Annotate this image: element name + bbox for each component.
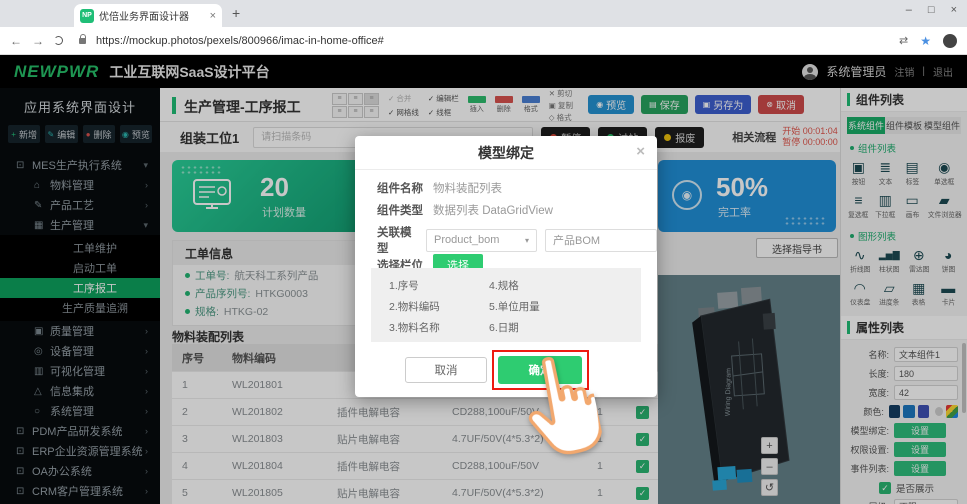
tab-close-icon[interactable]: × [210,10,216,22]
field-item: 2.物料编码 [389,297,440,318]
component-type-value: 数据列表 DataGridView [433,202,553,218]
translate-icon[interactable]: ⇄ [899,34,908,47]
forward-icon[interactable]: → [32,34,44,48]
modal-cancel-button[interactable]: 取消 [405,357,487,383]
model-alias-input[interactable] [545,229,657,252]
component-name-value: 物料装配列表 [433,180,502,196]
field-item: 4.规格 [489,276,540,297]
model-select[interactable]: Product_bom▾ [426,229,537,252]
window-close-icon[interactable]: × [951,4,957,16]
browser-url-bar: ← → https://mockup.photos/pexels/800966/… [0,27,967,55]
refresh-icon[interactable] [54,36,63,45]
caret-down-icon: ▾ [525,236,529,245]
field-item: 1.序号 [389,276,440,297]
tab-title: 优倍业务界面设计器 [99,8,205,23]
field-item: 5.单位用量 [489,297,540,318]
browser-profile-icon[interactable] [943,34,957,48]
new-tab-button[interactable]: + [232,5,240,21]
window-minimize-icon[interactable]: – [906,4,912,16]
field-item: 6.日期 [489,318,540,339]
window-maximize-icon[interactable]: □ [928,4,935,16]
url-text[interactable]: https://mockup.photos/pexels/800966/imac… [96,35,384,47]
favicon: NP [80,9,94,23]
back-icon[interactable]: ← [10,34,22,48]
browser-tab[interactable]: NP 优倍业务界面设计器 × [74,4,222,27]
selected-fields-box: 1.序号 2.物料编码 3.物料名称 4.规格 5.单位用量 6.日期 [371,268,641,342]
lock-icon [79,38,86,44]
browser-tab-strip: NP 优倍业务界面设计器 × + – □ × [0,0,967,27]
close-icon[interactable]: × [636,143,645,160]
modal-title: 模型绑定× [355,136,657,170]
field-item: 3.物料名称 [389,318,440,339]
bookmark-star-icon[interactable]: ★ [920,34,931,48]
screen: NP 优倍业务界面设计器 × + – □ × ← → https://mocku… [0,0,967,504]
model-binding-modal: 模型绑定× 组件名称物料装配列表 组件类型数据列表 DataGridView 关… [355,136,657,397]
